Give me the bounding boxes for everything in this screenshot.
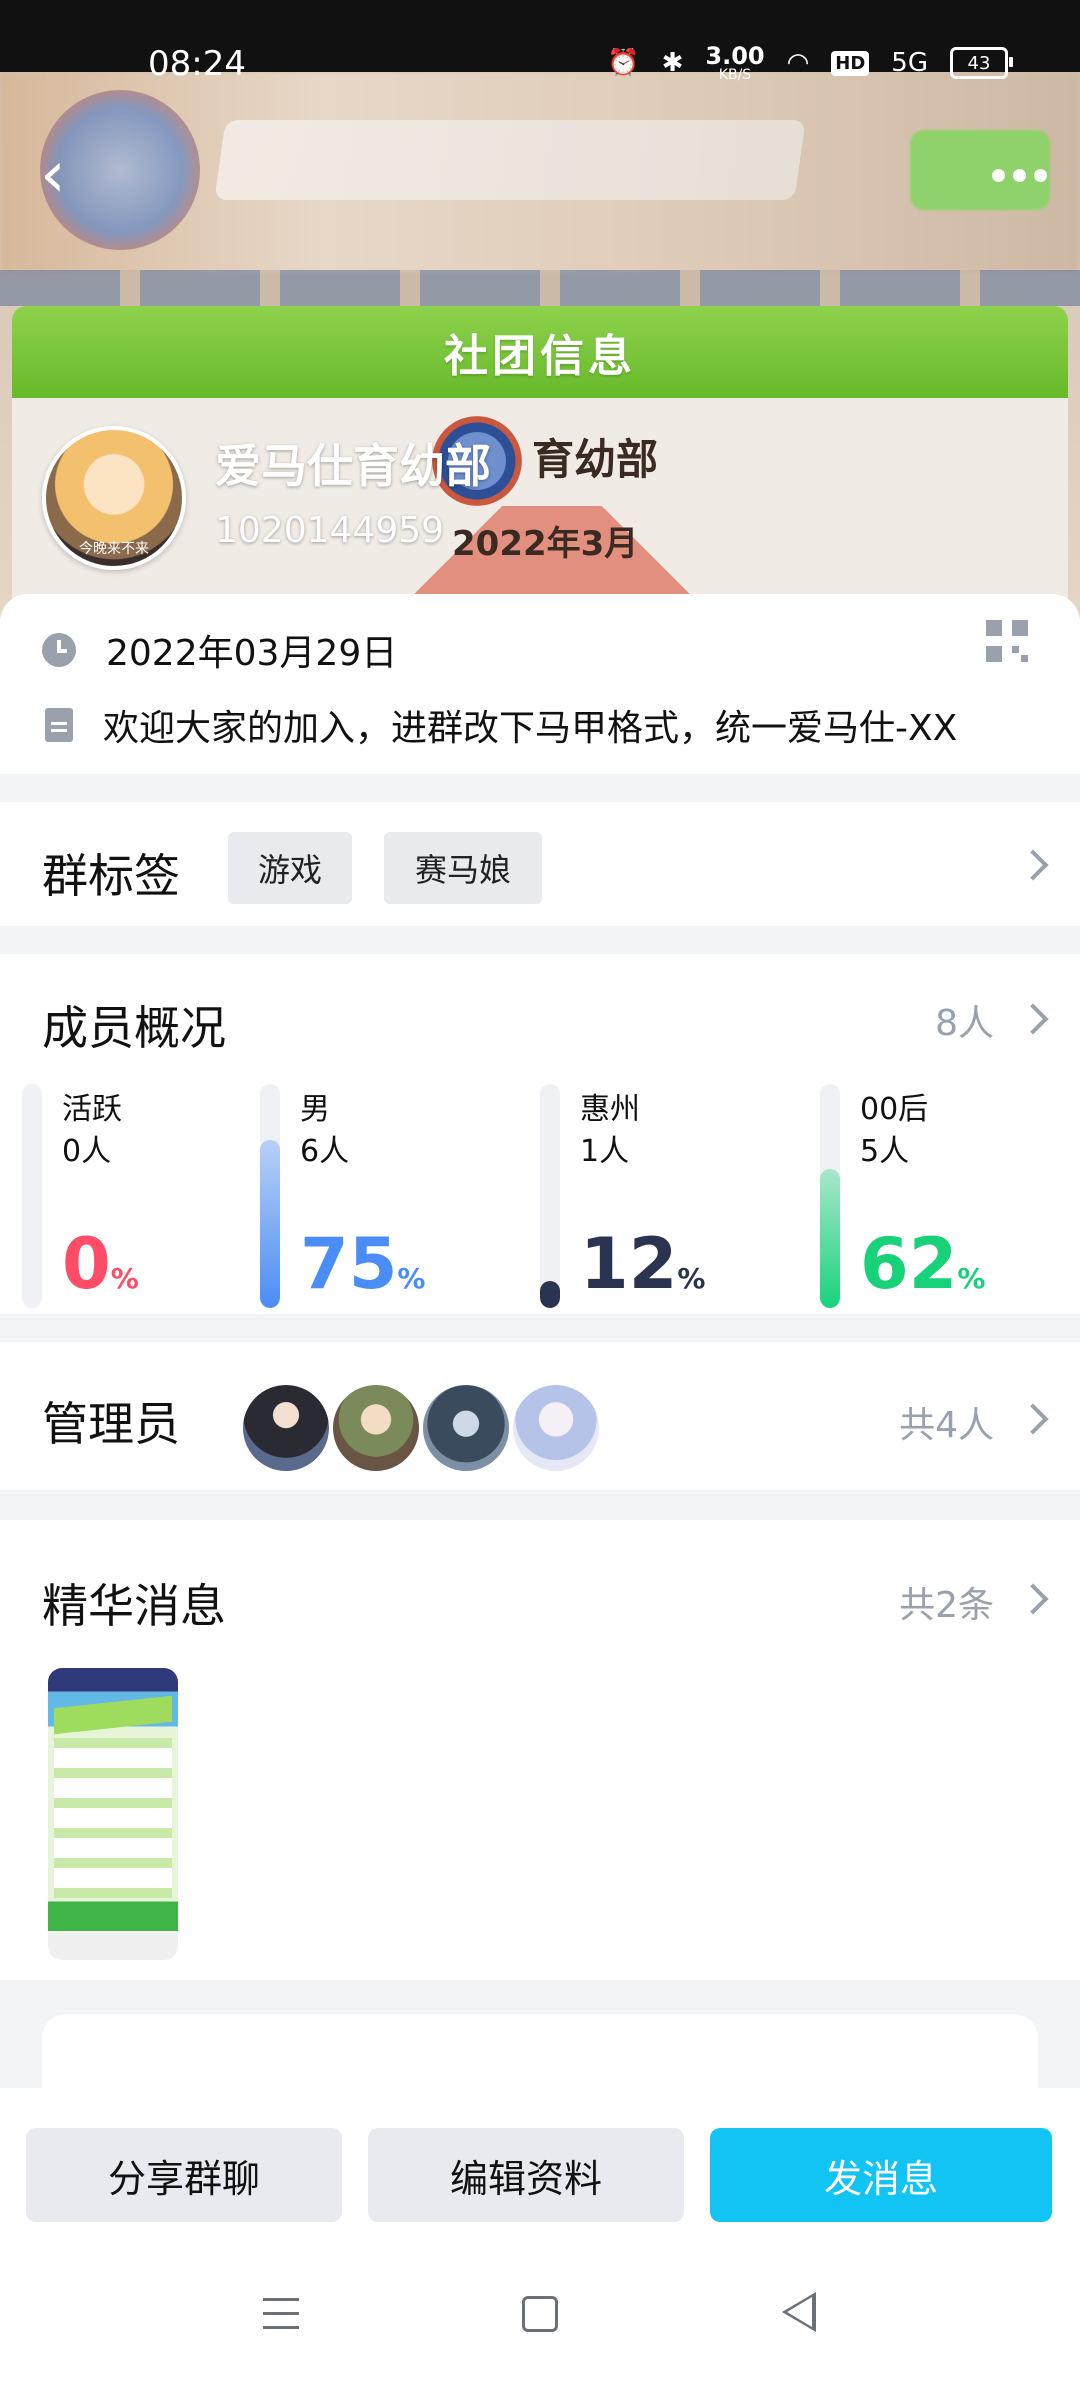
more-dot-icon [992,168,1005,182]
stat-active: 活跃 0人 0% [22,1084,282,1310]
stat-percent: 12% [580,1223,706,1305]
group-tags-section[interactable]: 群标签 游戏 赛马娘 [0,802,1080,926]
poster-club-name: 育幼部 [532,435,659,484]
clock-icon [42,633,76,667]
chevron-right-icon [1017,1003,1049,1035]
document-icon [45,708,73,742]
stat-male: 男 6人 75% [260,1084,520,1310]
signal-icon: 5G [891,48,928,78]
stat-age: 00后 5人 62% [820,1084,1080,1310]
group-id[interactable]: 1020144959 [215,510,444,551]
network-speed: 3.00 KB/S [705,42,765,83]
hd-icon: HD [831,50,870,76]
stat-percent: 0% [62,1223,139,1305]
chevron-right-icon [1017,849,1049,881]
admin-avatar[interactable] [330,1382,422,1474]
created-date-row: 2022年03月29日 [42,624,397,676]
share-group-button[interactable]: 分享群聊 [26,2128,342,2222]
group-info-section: 2022年03月29日 欢迎大家的加入，进群改下马甲格式，统一爱马仕-XX [0,594,1080,774]
qr-code-icon[interactable] [986,620,1028,662]
tags-title: 群标签 [42,849,180,903]
back-button[interactable]: ‹ [40,140,84,210]
thumbnail-banner [54,1695,172,1735]
banner-tabs [0,270,1080,306]
stat-label: 惠州 [580,1092,640,1127]
created-date: 2022年03月29日 [106,633,398,674]
stat-count: 1人 [580,1134,630,1169]
stat-bar-track [22,1084,42,1308]
bluetooth-icon: ✱ [661,48,684,78]
admins-section[interactable]: 管理员 共4人 [0,1342,1080,1490]
admins-count: 共4人 [899,1405,994,1446]
stat-label: 活跃 [62,1092,122,1127]
home-icon[interactable] [522,2296,558,2332]
back-triangle-icon[interactable] [782,2292,816,2332]
avatar-caption: 今晚来不来 [79,541,149,557]
club-info-header: 社团信息 [12,306,1068,398]
group-intro: 欢迎大家的加入，进群改下马甲格式，统一爱马仕-XX [103,708,958,749]
more-dot-icon [1034,168,1047,182]
more-options-button[interactable] [992,150,1056,200]
essence-title: 精华消息 [42,1579,226,1633]
stat-count: 5人 [860,1134,910,1169]
poster-date: 2022年3月 [452,524,639,564]
group-avatar[interactable]: 今晚来不来 [42,426,186,570]
tag-chip: 赛马娘 [384,832,542,904]
more-dot-icon [1013,168,1026,182]
group-name: 爱马仕育幼部 [215,439,491,493]
stat-bar-fill [260,1140,280,1308]
stat-bar-track [540,1084,560,1308]
admins-title: 管理员 [42,1397,180,1451]
intro-row[interactable]: 欢迎大家的加入，进群改下马甲格式，统一爱马仕-XX [42,699,957,751]
chevron-right-icon [1017,1583,1049,1615]
stat-percent: 75% [300,1223,426,1305]
alarm-icon: ⏰ [607,48,640,78]
admin-avatar[interactable] [240,1382,332,1474]
members-title: 成员概况 [42,1001,226,1055]
members-count: 8人 [935,1003,994,1044]
system-nav-bar [0,2228,1080,2400]
wifi-icon: ◠ [786,48,810,78]
stat-bar-track [820,1084,840,1308]
stat-bar-track [260,1084,280,1308]
stat-bar-fill [820,1169,840,1308]
members-overview-section[interactable]: 成员概况 8人 活跃 0人 0% 男 6人 75% 惠州 1人 12% 00后 … [0,954,1080,1314]
admin-avatar[interactable] [420,1382,512,1474]
status-icons: ⏰ ✱ 3.00 KB/S ◠ HD 5G 43 [607,42,1013,83]
stat-bar-fill [540,1281,560,1308]
action-bar: 分享群聊 编辑资料 发消息 [0,2088,1080,2228]
stat-label: 男 [300,1092,330,1127]
stat-count: 6人 [300,1134,350,1169]
essence-thumbnail[interactable] [48,1668,178,1960]
chevron-right-icon [1017,1403,1049,1435]
status-bar: 08:24 ⏰ ✱ 3.00 KB/S ◠ HD 5G 43 [0,0,1080,84]
battery-icon: 43 [950,47,1013,79]
stat-region: 惠州 1人 12% [540,1084,800,1310]
admin-avatar[interactable] [510,1382,602,1474]
club-info-title: 社团信息 [444,331,636,382]
thumbnail-rows [54,1738,172,1898]
stat-percent: 62% [860,1223,986,1305]
send-message-button[interactable]: 发消息 [710,2128,1052,2222]
status-time: 08:24 [148,44,246,84]
tag-chip: 游戏 [228,832,352,904]
banner-namebar [214,120,806,200]
stat-count: 0人 [62,1134,112,1169]
edit-profile-button[interactable]: 编辑资料 [368,2128,684,2222]
essence-count: 共2条 [899,1585,994,1626]
menu-icon[interactable] [263,2298,299,2330]
stat-label: 00后 [860,1092,929,1127]
essence-messages-section[interactable]: 精华消息 共2条 [0,1520,1080,1980]
